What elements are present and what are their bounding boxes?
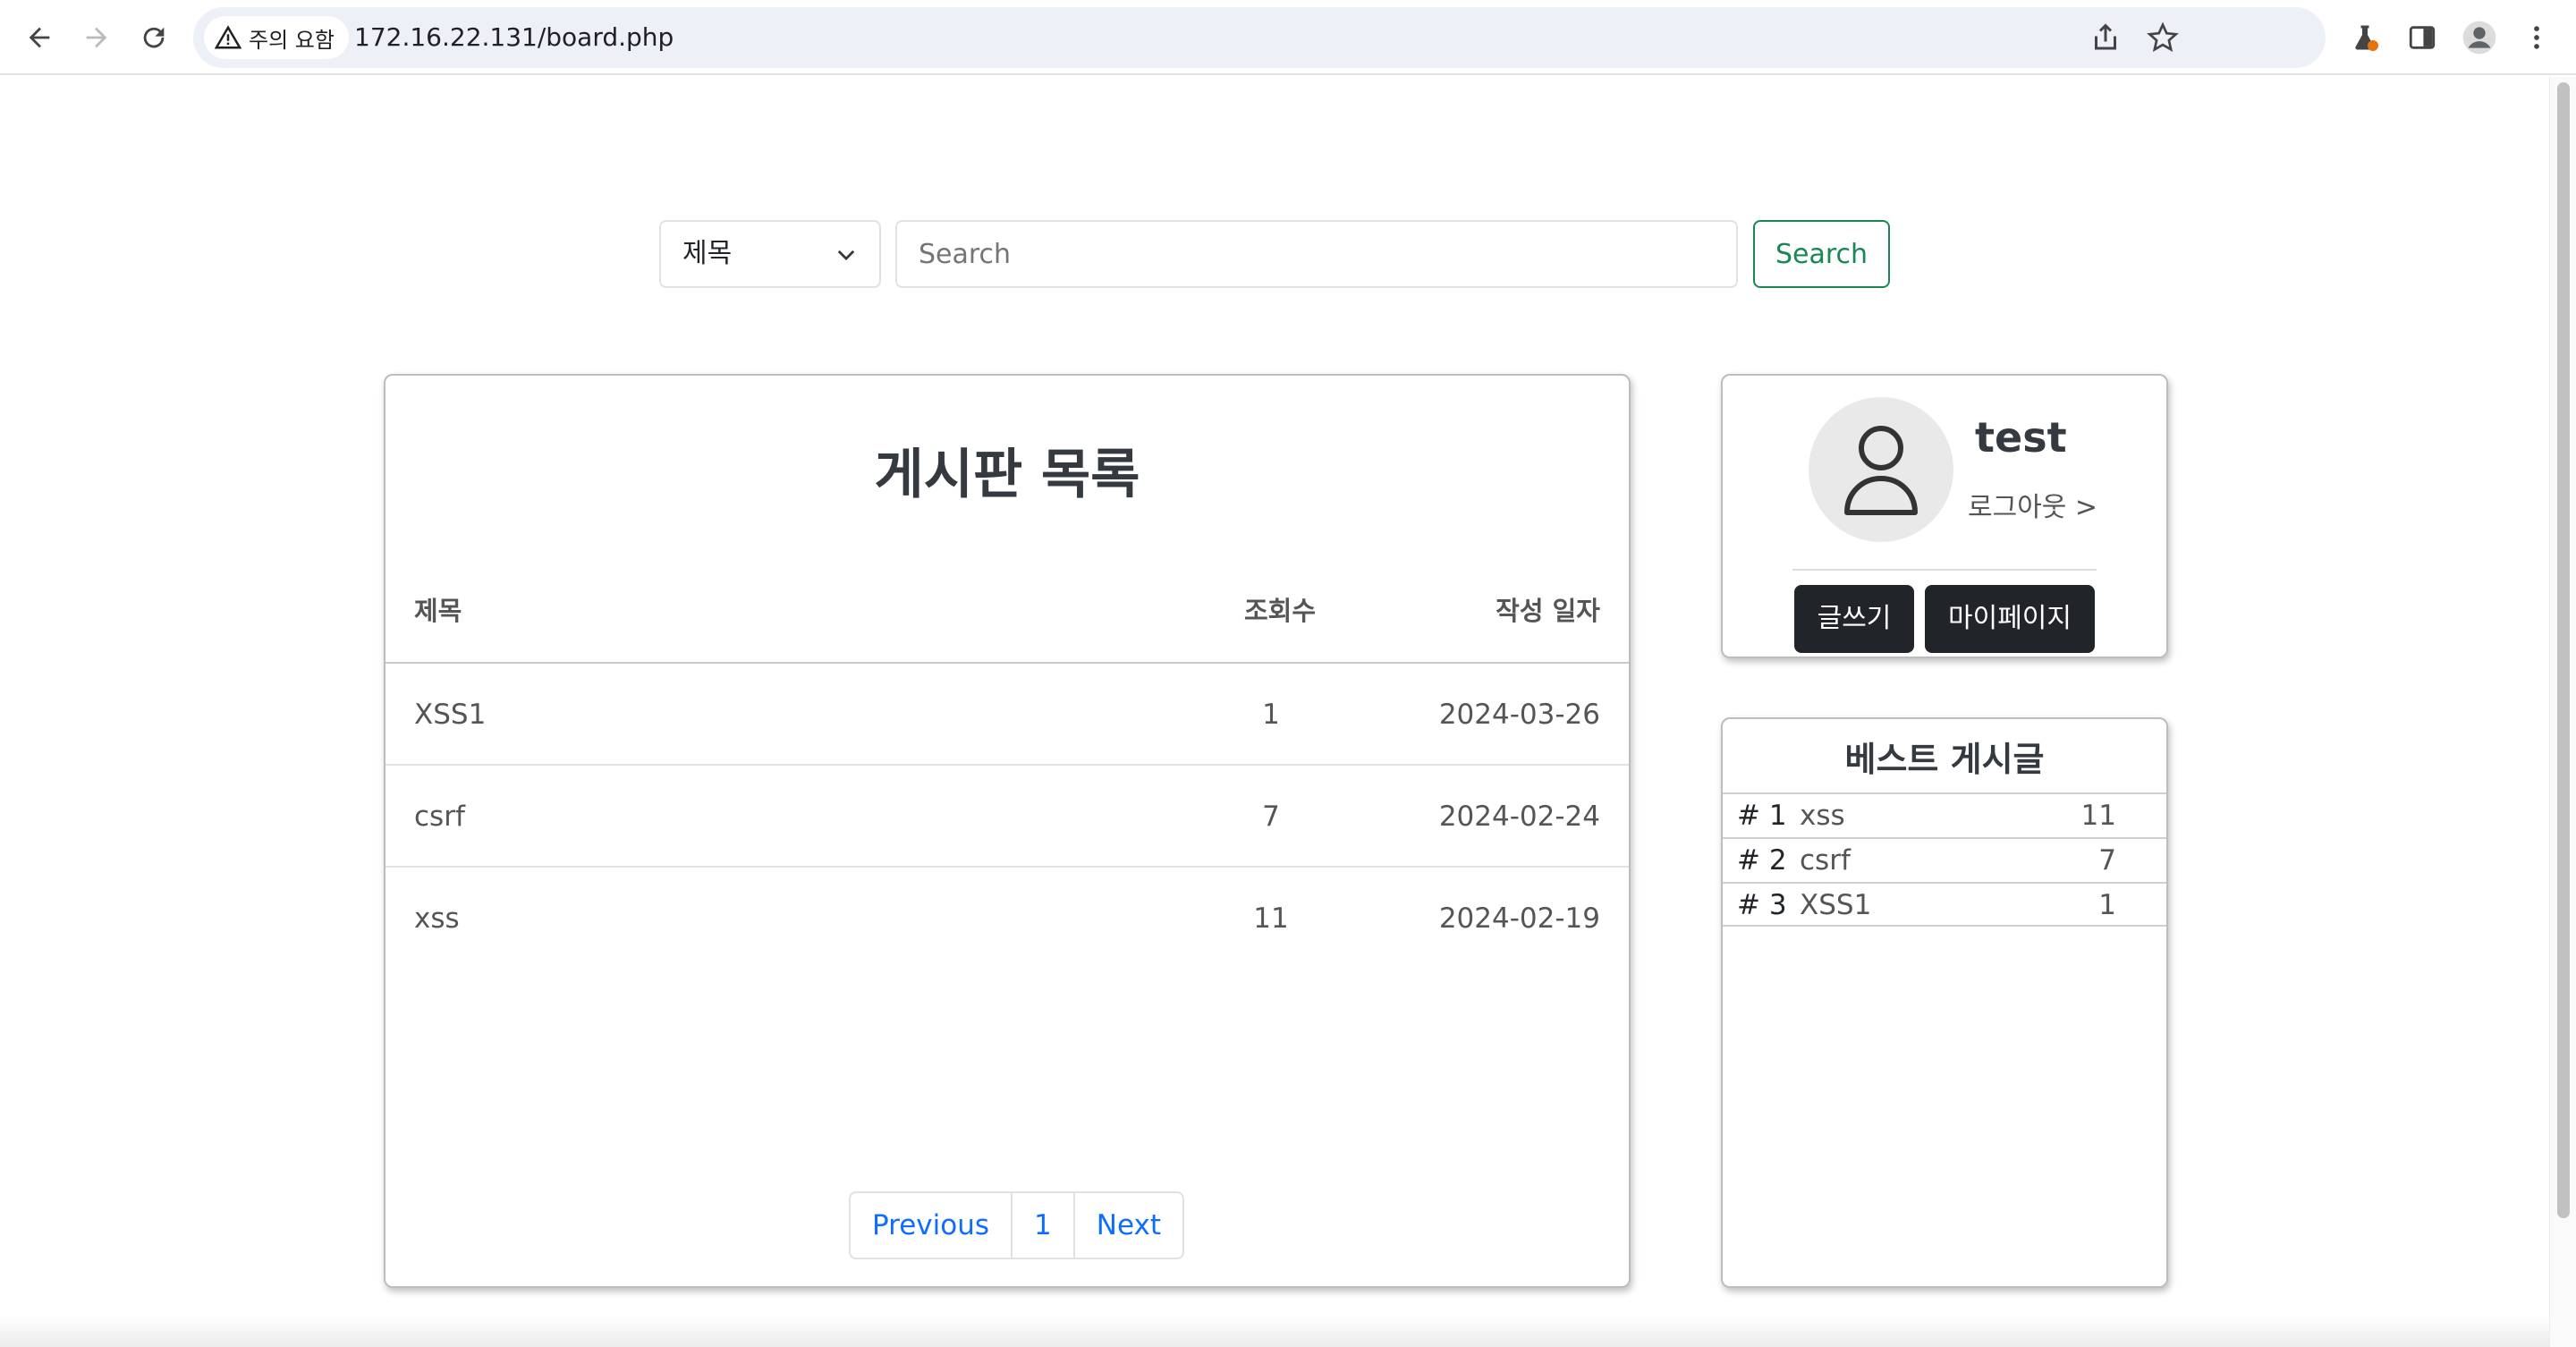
user-icon — [1844, 426, 1918, 515]
search-input[interactable] — [895, 220, 1738, 288]
url-text[interactable]: 172.16.22.131/board.php — [354, 7, 674, 68]
menu-kebab-icon[interactable] — [2519, 20, 2555, 55]
best-post-views: 11 — [2080, 800, 2116, 832]
post-date: 2024-02-19 — [1438, 902, 1600, 935]
best-post-rank: # 1 — [1737, 800, 1787, 832]
best-posts-card: 베스트 게시글 # 1 xss 11 # 2 csrf 7 # 3 XSS1 1 — [1721, 717, 2168, 1288]
vertical-scrollbar[interactable] — [2549, 77, 2576, 1347]
avatar — [1809, 397, 1953, 542]
best-post-row[interactable]: # 3 XSS1 1 — [1723, 882, 2166, 927]
column-header-title: 제목 — [414, 596, 462, 626]
best-post-views: 7 — [2098, 844, 2116, 877]
select-value: 제목 — [682, 238, 733, 269]
pagination: Previous 1 Next — [849, 1191, 1184, 1259]
post-date: 2024-02-24 — [1438, 801, 1600, 833]
address-bar[interactable]: 주의 요함 172.16.22.131/board.php — [193, 7, 2326, 68]
best-post-title[interactable]: xss — [1800, 794, 1845, 837]
post-views: 1 — [1262, 699, 1280, 731]
search-button[interactable]: Search — [1753, 220, 1890, 288]
mypage-button[interactable]: 마이페이지 — [1925, 585, 2095, 653]
profile-avatar-icon[interactable] — [2462, 20, 2497, 55]
best-post-views: 1 — [2098, 889, 2116, 921]
write-button[interactable]: 글쓰기 — [1794, 585, 1914, 653]
share-icon[interactable] — [2089, 21, 2122, 54]
profile-card: test 로그아웃 > 글쓰기 마이페이지 — [1721, 374, 2168, 658]
chevron-down-icon — [837, 250, 855, 261]
security-label: 주의 요함 — [249, 27, 335, 53]
labs-flask-icon[interactable] — [2347, 20, 2383, 55]
logout-link[interactable]: 로그아웃 > — [1968, 485, 2097, 524]
best-post-row[interactable]: # 2 csrf 7 — [1723, 837, 2166, 882]
username: test — [1975, 413, 2067, 462]
scrollbar-thumb[interactable] — [2557, 82, 2570, 1218]
post-views: 7 — [1262, 801, 1280, 833]
table-row[interactable]: xss 11 2024-02-19 — [386, 868, 1629, 970]
board-title: 게시판 목록 — [874, 444, 1140, 506]
profile-divider — [1792, 569, 2097, 571]
best-post-row[interactable]: # 1 xss 11 — [1723, 792, 2166, 837]
post-title[interactable]: csrf — [414, 766, 465, 868]
security-warning-chip[interactable]: 주의 요함 — [204, 16, 349, 59]
best-post-rank: # 3 — [1737, 889, 1787, 921]
pagination-next[interactable]: Next — [1075, 1193, 1182, 1258]
post-title[interactable]: XSS1 — [414, 664, 486, 766]
best-post-rank: # 2 — [1737, 844, 1787, 877]
table-row[interactable]: csrf 7 2024-02-24 — [386, 766, 1629, 868]
post-date: 2024-03-26 — [1438, 699, 1600, 731]
best-posts-title: 베스트 게시글 — [1844, 740, 2045, 779]
pagination-page[interactable]: 1 — [1013, 1193, 1075, 1258]
post-title[interactable]: xss — [414, 868, 460, 970]
forward-arrow-icon[interactable] — [79, 20, 114, 55]
board-card: 게시판 목록 제목 조회수 작성 일자 XSS1 1 2024-03-26 cs… — [384, 374, 1631, 1288]
page-bottom-shadow — [0, 1315, 2549, 1347]
best-post-title[interactable]: XSS1 — [1800, 884, 1871, 927]
best-post-title[interactable]: csrf — [1800, 839, 1851, 882]
browser-toolbar: 주의 요함 172.16.22.131/board.php — [0, 0, 2576, 75]
post-views: 11 — [1253, 902, 1289, 935]
search-field-select[interactable]: 제목 — [659, 220, 881, 288]
back-arrow-icon[interactable] — [21, 20, 57, 55]
warning-icon — [215, 25, 242, 49]
table-row[interactable]: XSS1 1 2024-03-26 — [386, 664, 1629, 766]
column-header-date: 작성 일자 — [1496, 596, 1600, 626]
reload-icon[interactable] — [136, 20, 172, 55]
side-panel-icon[interactable] — [2404, 20, 2440, 55]
column-header-views: 조회수 — [1244, 596, 1317, 626]
star-bookmark-icon[interactable] — [2147, 21, 2179, 54]
pagination-previous[interactable]: Previous — [851, 1193, 1013, 1258]
